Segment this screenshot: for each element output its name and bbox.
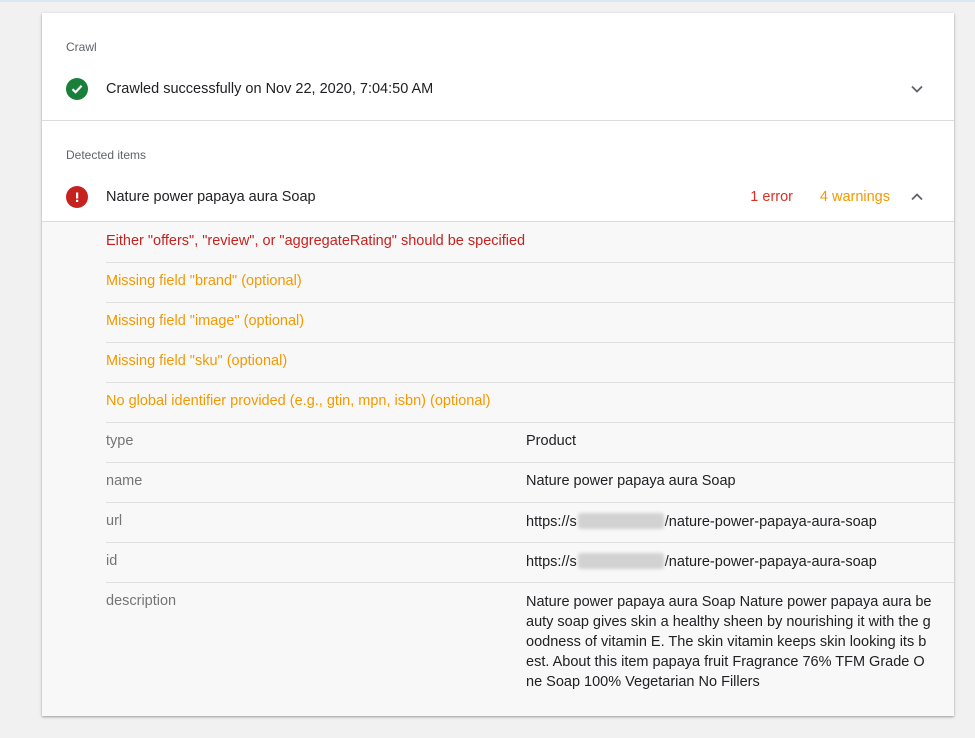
detected-items-title: Detected items <box>66 148 147 162</box>
item-details-panel: Either "offers", "review", or "aggregate… <box>42 222 954 716</box>
property-row-type: type Product <box>106 422 954 463</box>
issue-row: No global identifier provided (e.g., gti… <box>106 382 954 423</box>
crawl-status-text: Crawled successfully on Nov 22, 2020, 7:… <box>106 81 434 97</box>
property-value: Product <box>526 433 576 449</box>
issue-row: Missing field "image" (optional) <box>106 302 954 343</box>
property-key: description <box>106 593 177 609</box>
detected-item-name: Nature power papaya aura Soap <box>106 189 316 205</box>
issue-row: Missing field "sku" (optional) <box>106 342 954 383</box>
issue-row: Either "offers", "review", or "aggregate… <box>106 222 954 263</box>
chevron-down-icon[interactable] <box>906 78 928 100</box>
chevron-up-icon[interactable] <box>906 186 928 208</box>
warning-count: 4 warnings <box>819 189 890 205</box>
property-value: https://s/nature-power-papaya-aura-soap <box>526 553 877 570</box>
check-circle-icon <box>66 78 88 100</box>
crawl-section-title: Crawl <box>66 40 97 54</box>
property-row-name: name Nature power papaya aura Soap <box>106 462 954 503</box>
redacted-domain <box>577 553 664 569</box>
property-value: Nature power papaya aura Soap Nature pow… <box>526 594 932 690</box>
property-value: https://s/nature-power-papaya-aura-soap <box>526 513 877 530</box>
detected-item-row[interactable]: Nature power papaya aura Soap 1 error 4 … <box>42 177 954 217</box>
property-value: Nature power papaya aura Soap <box>526 473 736 489</box>
top-border <box>0 0 975 2</box>
property-key: name <box>106 473 143 489</box>
property-row-description: description Nature power papaya aura Soa… <box>106 582 954 702</box>
id-prefix: https://s <box>526 554 577 570</box>
issue-row: Missing field "brand" (optional) <box>106 262 954 303</box>
issue-text: Either "offers", "review", or "aggregate… <box>106 233 526 249</box>
issue-text: Missing field "brand" (optional) <box>106 273 302 289</box>
url-suffix: /nature-power-papaya-aura-soap <box>664 514 877 530</box>
section-divider <box>42 120 954 121</box>
property-row-id: id https://s/nature-power-papaya-aura-so… <box>106 542 954 583</box>
structured-data-card: Crawl Crawled successfully on Nov 22, 20… <box>42 13 954 716</box>
error-count: 1 error <box>750 189 793 205</box>
error-icon <box>66 186 88 208</box>
property-row-url: url https://s/nature-power-papaya-aura-s… <box>106 502 954 543</box>
property-key: id <box>106 553 118 569</box>
issue-text: Missing field "image" (optional) <box>106 313 305 329</box>
property-key: type <box>106 433 134 449</box>
property-key: url <box>106 513 123 529</box>
id-suffix: /nature-power-papaya-aura-soap <box>664 554 877 570</box>
crawl-status-row[interactable]: Crawled successfully on Nov 22, 2020, 7:… <box>42 69 954 109</box>
issue-text: No global identifier provided (e.g., gti… <box>106 393 491 409</box>
issue-text: Missing field "sku" (optional) <box>106 353 288 369</box>
redacted-domain <box>577 513 664 529</box>
url-prefix: https://s <box>526 514 577 530</box>
